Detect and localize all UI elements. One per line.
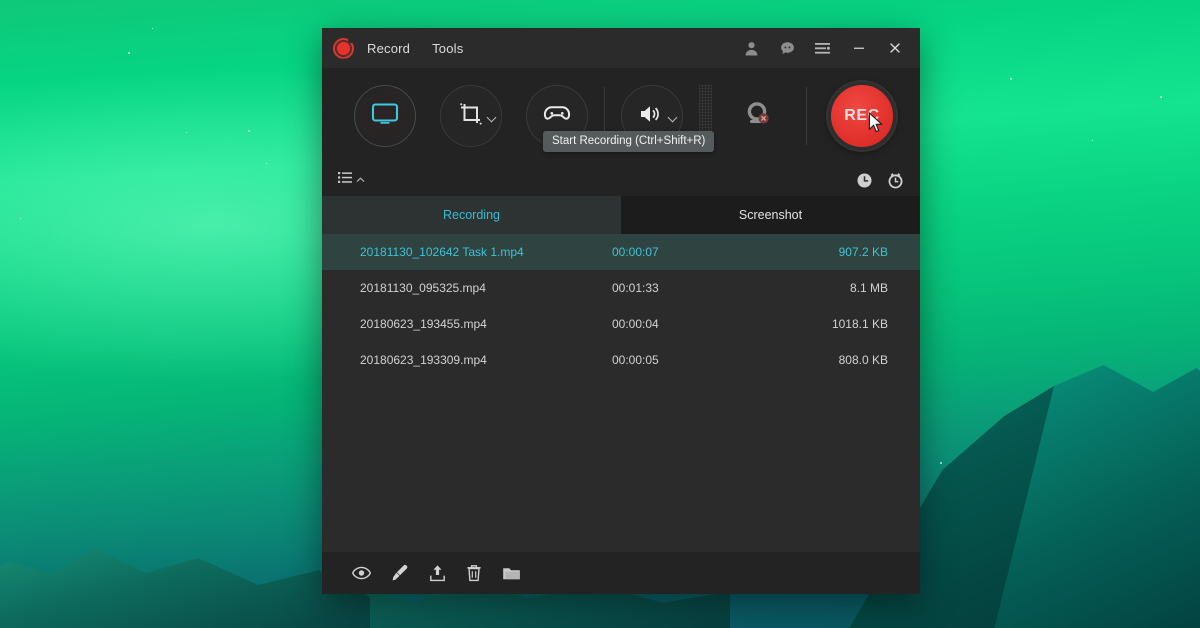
file-size: 1018.1 KB [732,317,920,331]
crop-icon [458,101,484,132]
file-name: 20181130_095325.mp4 [322,281,612,295]
recording-history-icon[interactable] [856,172,873,189]
screen-recorder-window: Record Tools [322,28,920,594]
wallpaper-star [266,163,267,164]
edit-brush-icon[interactable] [391,564,409,582]
feedback-icon[interactable] [773,34,801,62]
tab-screenshot[interactable]: Screenshot [621,196,920,234]
wallpaper-star [940,462,942,464]
open-folder-icon[interactable] [502,565,521,581]
file-size: 907.2 KB [732,245,920,259]
record-logo-icon [333,38,354,59]
minimize-icon[interactable] [845,34,873,62]
menu-tools[interactable]: Tools [432,41,463,56]
monitor-icon [371,102,399,131]
webcam-toggle-button[interactable] [728,85,790,147]
tab-recording[interactable]: Recording [322,196,621,234]
file-name: 20180623_193309.mp4 [322,353,612,367]
sub-toolbar-actions [856,172,904,189]
rec-button[interactable]: REC [828,82,896,150]
file-name: 20181130_102642 Task 1.mp4 [322,245,612,259]
capture-region-button[interactable] [440,85,502,147]
account-icon[interactable] [737,34,765,62]
rec-button-wrapper: REC [828,82,896,150]
sub-toolbar [322,164,920,196]
controls-divider [806,87,807,145]
rec-tooltip: Start Recording (Ctrl+Shift+R) [543,131,714,152]
table-row[interactable]: 20181130_102642 Task 1.mp4 00:00:07 907.… [322,234,920,270]
menu-record[interactable]: Record [367,41,410,56]
wallpaper-star [248,130,250,132]
wallpaper-star [20,218,21,219]
recording-file-list[interactable]: 20181130_102642 Task 1.mp4 00:00:07 907.… [322,234,920,552]
file-size: 8.1 MB [732,281,920,295]
capture-full-screen-button[interactable] [354,85,416,147]
close-icon[interactable] [881,34,909,62]
list-icon [338,171,353,189]
titlebar-actions [737,34,920,62]
table-row[interactable]: 20181130_095325.mp4 00:01:33 8.1 MB [322,270,920,306]
wallpaper-star [1160,96,1162,98]
list-view-toggle[interactable] [338,171,365,189]
task-schedule-icon[interactable] [887,172,904,189]
wallpaper-star [1010,78,1012,80]
chevron-down-icon[interactable] [668,113,678,123]
file-actions-bar [322,552,920,594]
file-size: 808.0 KB [732,353,920,367]
table-row[interactable]: 20180623_193455.mp4 00:00:04 1018.1 KB [322,306,920,342]
desktop-wallpaper: Record Tools [0,0,1200,628]
wallpaper-star [1092,140,1093,141]
file-duration: 00:00:05 [612,353,732,367]
wallpaper-star [186,132,187,133]
table-row[interactable]: 20180623_193309.mp4 00:00:05 808.0 KB [322,342,920,378]
speaker-icon [638,102,666,131]
chevron-down-icon[interactable] [487,113,497,123]
content-tabs: Recording Screenshot [322,196,920,234]
window-titlebar[interactable]: Record Tools [322,28,920,68]
hamburger-menu-icon[interactable] [809,34,837,62]
wallpaper-star [152,28,153,29]
file-name: 20180623_193455.mp4 [322,317,612,331]
gamepad-icon [542,104,572,129]
webcam-disabled-icon [744,100,774,133]
wallpaper-mountain-left [0,492,370,628]
preview-eye-icon[interactable] [352,566,371,580]
chevron-up-icon [356,171,365,189]
wallpaper-star [128,52,130,54]
file-duration: 00:00:07 [612,245,732,259]
file-duration: 00:00:04 [612,317,732,331]
file-duration: 00:01:33 [612,281,732,295]
delete-trash-icon[interactable] [466,564,482,582]
upload-share-icon[interactable] [429,564,446,582]
